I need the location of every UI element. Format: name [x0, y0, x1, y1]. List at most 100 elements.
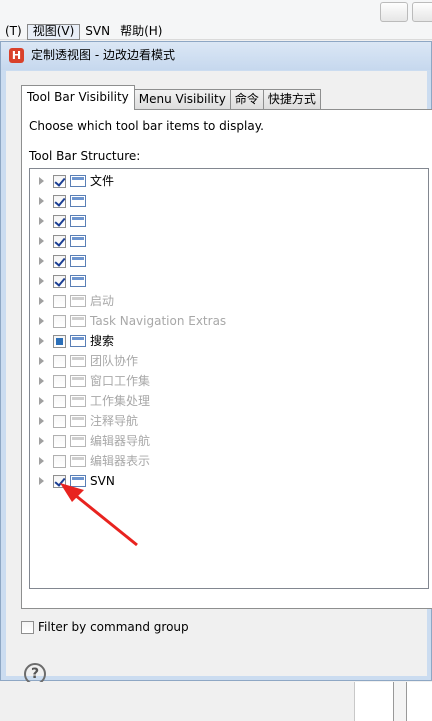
background-area: [0, 682, 354, 721]
tree-item-checkbox[interactable]: [53, 314, 66, 328]
customize-perspective-dialog: H 定制透视图 - 边改边看模式 Tool Bar Visibility Men…: [0, 41, 432, 685]
expand-arrow-icon[interactable]: [39, 357, 44, 365]
tree-item-label: 编辑器导航: [90, 434, 151, 448]
expand-arrow-icon[interactable]: [39, 437, 44, 445]
tree-item[interactable]: 启动: [30, 291, 428, 311]
tree-item[interactable]: 编辑器导航: [30, 431, 428, 451]
tab-menu-visibility[interactable]: Menu Visibility: [133, 89, 231, 110]
tree-item-label: SVN: [90, 474, 115, 488]
tree-item-checkbox[interactable]: [53, 274, 66, 288]
tree-item-checkbox[interactable]: [53, 394, 66, 408]
tree-item[interactable]: 注释导航: [30, 411, 428, 431]
toolbar-icon: [70, 275, 86, 287]
tree-item-checkbox[interactable]: [53, 414, 66, 428]
toolbar-icon: [70, 195, 86, 207]
toolbar-icon: [70, 295, 86, 307]
expand-arrow-icon[interactable]: [39, 277, 44, 285]
tree-item[interactable]: 窗口工作集: [30, 371, 428, 391]
window-maximize-button[interactable]: [412, 2, 432, 22]
tree-item[interactable]: 团队协作: [30, 351, 428, 371]
tree-item-label: 文件: [90, 174, 115, 188]
tab-tool-bar-visibility[interactable]: Tool Bar Visibility: [21, 85, 135, 110]
tree-item-checkbox[interactable]: [53, 334, 66, 348]
filter-by-command-group[interactable]: Filter by command group: [21, 619, 189, 635]
app-logo-icon: H: [9, 48, 24, 63]
tree-item[interactable]: 编辑器表示: [30, 451, 428, 471]
expand-arrow-icon[interactable]: [39, 177, 44, 185]
background-scrollbar: [393, 682, 407, 721]
toolbar-icon: [70, 395, 86, 407]
menu-items: (T) 视图(V) SVN 帮助(H): [0, 24, 167, 40]
app-menubar: (T) 视图(V) SVN 帮助(H): [0, 0, 432, 40]
tree-item-label: Task Navigation Extras: [90, 314, 227, 328]
panel-description: Choose which tool bar items to display.: [29, 119, 264, 133]
tree-item-label: 搜索: [90, 334, 115, 348]
expand-arrow-icon[interactable]: [39, 197, 44, 205]
filter-label: Filter by command group: [38, 620, 189, 634]
tool-bar-tree[interactable]: 文件启动 Task Navigation Extras 搜索团队协作窗口工作集工作集…: [29, 168, 429, 589]
menu-item-tools[interactable]: (T): [0, 24, 27, 40]
tree-item-checkbox[interactable]: [53, 234, 66, 248]
menu-item-help[interactable]: 帮助(H): [115, 24, 167, 40]
toolbar-icon: [70, 315, 86, 327]
toolbar-icon: [70, 435, 86, 447]
toolbar-icon: [70, 255, 86, 267]
dialog-title: 定制透视图 - 边改边看模式: [31, 48, 175, 62]
tree-item-label: 窗口工作集: [90, 374, 151, 388]
window-minimize-button[interactable]: [380, 2, 408, 22]
tool-bar-structure-label: Tool Bar Structure:: [29, 149, 141, 163]
tree-item[interactable]: [30, 271, 428, 291]
tree-item-checkbox[interactable]: [53, 374, 66, 388]
tree-item[interactable]: 搜索: [30, 331, 428, 351]
menu-item-view[interactable]: 视图(V): [26, 24, 81, 40]
tab-panel: Choose which tool bar items to display. …: [21, 109, 432, 609]
tree-item[interactable]: [30, 231, 428, 251]
dialog-client-area: Tool Bar Visibility Menu Visibility 命令 快…: [6, 71, 432, 685]
toolbar-icon: [70, 335, 86, 347]
expand-arrow-icon[interactable]: [39, 257, 44, 265]
toolbar-icon: [70, 235, 86, 247]
tree-item-label: 团队协作: [90, 354, 139, 368]
tree-item-checkbox[interactable]: [53, 434, 66, 448]
toolbar-icon: [70, 475, 86, 487]
expand-arrow-icon[interactable]: [39, 217, 44, 225]
tree-item-checkbox[interactable]: [53, 174, 66, 188]
expand-arrow-icon[interactable]: [39, 477, 44, 485]
expand-arrow-icon[interactable]: [39, 237, 44, 245]
expand-arrow-icon[interactable]: [39, 297, 44, 305]
toolbar-icon: [70, 375, 86, 387]
expand-arrow-icon[interactable]: [39, 337, 44, 345]
tree-item-checkbox[interactable]: [53, 294, 66, 308]
tree-item-label: 编辑器表示: [90, 454, 151, 468]
tree-item[interactable]: [30, 251, 428, 271]
toolbar-icon: [70, 215, 86, 227]
tree-item-checkbox[interactable]: [53, 254, 66, 268]
menu-item-svn[interactable]: SVN: [80, 24, 115, 40]
expand-arrow-icon[interactable]: [39, 377, 44, 385]
toolbar-icon: [70, 455, 86, 467]
tree-item-label: 启动: [90, 294, 115, 308]
tree-item[interactable]: 文件: [30, 171, 428, 191]
filter-checkbox[interactable]: [21, 620, 34, 634]
background-window-edge: [354, 682, 432, 721]
tree-item[interactable]: 工作集处理: [30, 391, 428, 411]
tree-item-checkbox[interactable]: [53, 454, 66, 468]
tree-item[interactable]: [30, 211, 428, 231]
tree-item[interactable]: Task Navigation Extras: [30, 311, 428, 331]
toolbar-icon: [70, 175, 86, 187]
tree-item-label: 工作集处理: [90, 394, 151, 408]
expand-arrow-icon[interactable]: [39, 397, 44, 405]
tab-shortcuts[interactable]: 快捷方式: [262, 89, 321, 110]
tree-item-checkbox[interactable]: [53, 194, 66, 208]
tree-item-checkbox[interactable]: [53, 474, 66, 488]
tab-commands[interactable]: 命令: [229, 89, 264, 110]
tree-item-checkbox[interactable]: [53, 354, 66, 368]
dialog-titlebar[interactable]: H 定制透视图 - 边改边看模式: [1, 42, 431, 70]
expand-arrow-icon[interactable]: [39, 317, 44, 325]
tree-item-checkbox[interactable]: [53, 214, 66, 228]
tree-item[interactable]: [30, 191, 428, 211]
toolbar-icon: [70, 415, 86, 427]
expand-arrow-icon[interactable]: [39, 457, 44, 465]
tree-item[interactable]: SVN: [30, 471, 428, 491]
expand-arrow-icon[interactable]: [39, 417, 44, 425]
